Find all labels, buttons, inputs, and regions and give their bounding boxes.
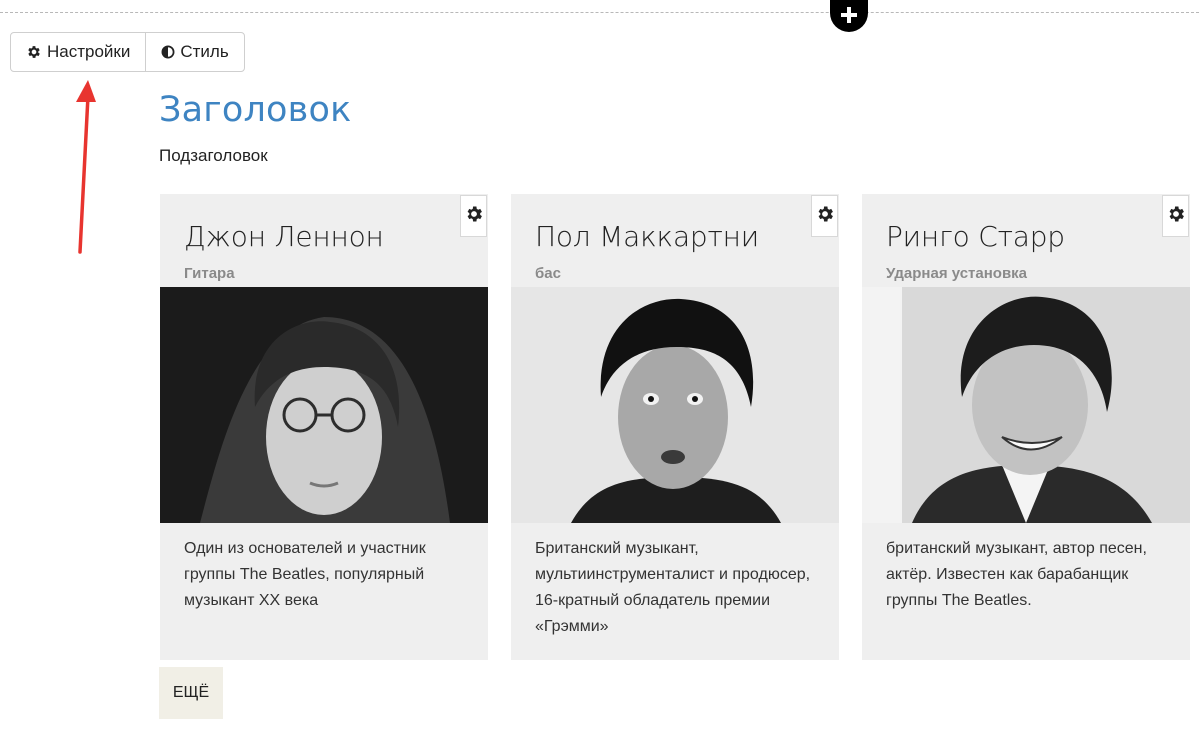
gear-icon	[1166, 204, 1186, 229]
block-divider	[0, 12, 1199, 13]
card-settings-button[interactable]	[811, 195, 838, 237]
member-card: Ринго Старр Ударная установка британский…	[862, 194, 1190, 660]
member-photo[interactable]	[862, 287, 1190, 523]
member-card: Пол Маккартни бас Британский музыкант, м…	[511, 194, 839, 660]
block-toolbar: Настройки Стиль	[10, 32, 245, 72]
card-description[interactable]: Британский музыкант, мультиинструментали…	[535, 536, 825, 640]
gear-icon	[815, 204, 835, 229]
card-subtitle[interactable]: Гитара	[184, 265, 235, 282]
half-circle-contrast-icon	[161, 45, 175, 59]
card-settings-button[interactable]	[1162, 195, 1189, 237]
settings-label: Настройки	[47, 42, 131, 61]
block-subtitle[interactable]: Подзаголовок	[159, 146, 268, 166]
style-button[interactable]: Стиль	[145, 33, 243, 71]
gear-icon	[464, 204, 484, 229]
style-label: Стиль	[180, 42, 229, 61]
card-title[interactable]: Джон Леннон	[184, 220, 384, 253]
card-description[interactable]: Один из основателей и участник группы Th…	[184, 536, 474, 614]
card-subtitle[interactable]: Ударная установка	[886, 265, 1027, 282]
card-title[interactable]: Пол Маккартни	[535, 220, 759, 253]
add-block-button[interactable]	[830, 0, 868, 32]
card-subtitle[interactable]: бас	[535, 265, 561, 282]
member-photo[interactable]	[511, 287, 839, 523]
block-title[interactable]: Заголовок	[159, 90, 351, 130]
member-card: Джон Леннон Гитара Один из основателей и…	[160, 194, 488, 660]
card-description[interactable]: британский музыкант, автор песен, актёр.…	[886, 536, 1176, 614]
card-settings-button[interactable]	[460, 195, 487, 237]
settings-button[interactable]: Настройки	[11, 33, 145, 71]
plus-icon	[839, 0, 859, 30]
card-title[interactable]: Ринго Старр	[886, 220, 1065, 253]
gear-icon	[26, 44, 42, 60]
more-button[interactable]: ЕЩЁ	[159, 667, 223, 719]
red-arrow-annotation	[66, 74, 106, 256]
member-photo[interactable]	[160, 287, 488, 523]
